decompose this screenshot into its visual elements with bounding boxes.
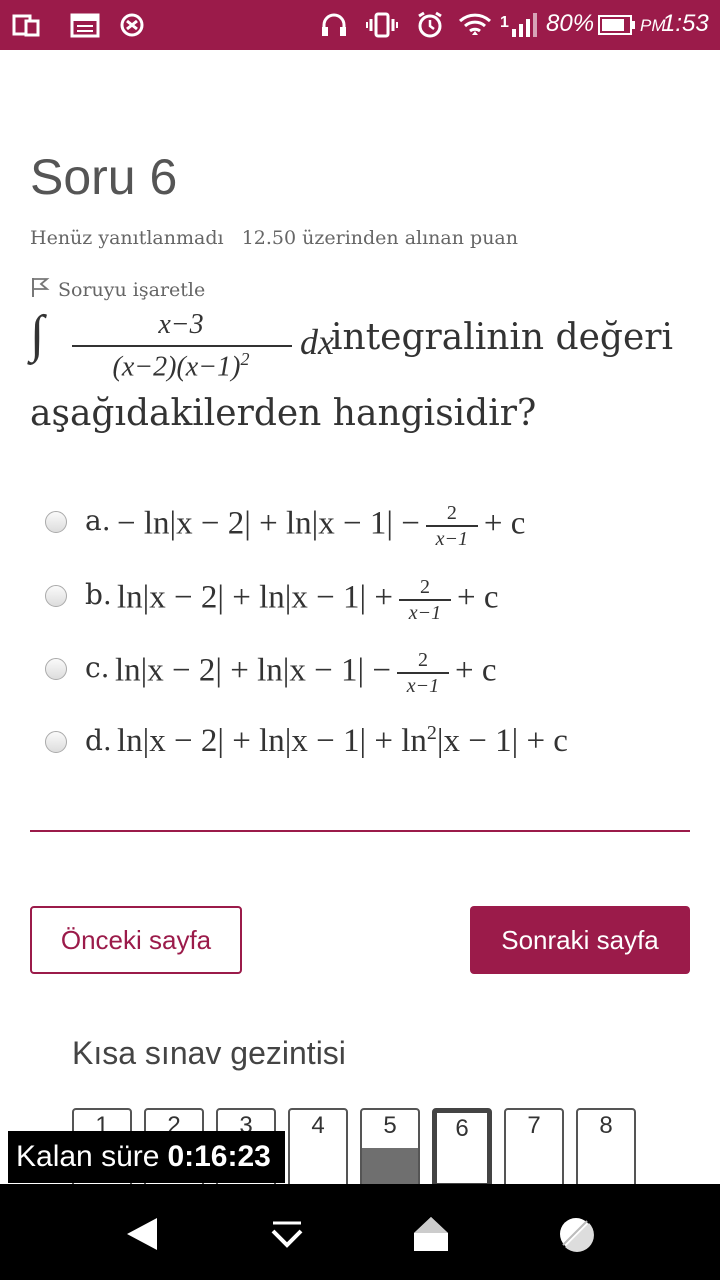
question-text-part1: integralinin değeri [331,317,673,358]
option-expression: ln|x − 2| + ln|x − 1| −2 x−1 + c [115,649,497,697]
alarm-icon [416,11,444,38]
next-page-button[interactable]: Sonraki sayfa [470,906,690,974]
option-expression: ln|x − 2| + ln|x − 1| +2 x−1 + c [117,576,499,624]
option-expression: ln|x − 2| + ln|x − 1| + ln2|x − 1| + c [117,722,568,759]
question-meta: Henüz yanıtlanmadı 12.50 üzerinden alına… [30,227,518,249]
dx: dx [300,322,334,362]
timer-value: 0:16:23 [167,1140,271,1173]
screen-mirror-icon [12,12,40,38]
previous-page-button[interactable]: Önceki sayfa [30,906,242,974]
quiz-nav-button-7[interactable]: 7 [504,1108,564,1188]
time-remaining: Kalan süre 0:16:23 [8,1131,285,1183]
option-letter: c. [85,651,110,684]
question-text-part2: aşağıdakilerden hangisidir? [30,393,537,434]
headphones-icon [320,12,348,38]
signal-icon [510,12,540,38]
radio-b[interactable] [45,585,67,607]
wifi-icon [458,12,492,38]
option-c[interactable]: c. ln|x − 2| + ln|x − 1| −2 x−1 + c [45,645,695,697]
recent-apps-icon[interactable] [556,1214,596,1254]
status-bar: 1 80% PM 1:53 [0,0,720,50]
integrand-denominator: (x−2)(x−1)2 [112,349,250,383]
flag-label: Soruyu işaretle [58,278,206,301]
calendar-icon [70,12,100,38]
radio-a[interactable] [45,511,67,533]
flag-question-link[interactable]: Soruyu işaretle [30,276,205,303]
question-points: 12.50 üzerinden alınan puan [241,227,518,249]
radio-c[interactable] [45,658,67,680]
option-b[interactable]: b. ln|x − 2| + ln|x − 1| +2 x−1 + c [45,572,695,624]
quiz-nav-button-4[interactable]: 4 [288,1108,348,1188]
option-d[interactable]: d. ln|x − 2| + ln|x − 1| + ln2|x − 1| + … [45,718,695,768]
integral-symbol: ∫ [30,306,45,363]
quiz-nav-button-8[interactable]: 8 [576,1108,636,1188]
option-a[interactable]: a. − ln|x − 2| + ln|x − 1| −2 x−1 + c [45,498,695,550]
option-letter: a. [85,504,111,537]
battery-percent: 80% [546,10,595,37]
radio-d[interactable] [45,731,67,753]
battery-icon [598,12,636,38]
signal-number: 1 [500,14,509,31]
sync-icon [118,12,146,38]
timer-label: Kalan süre [16,1140,160,1173]
clock: 1:53 [662,10,709,37]
quiz-nav-button-6[interactable]: 6 [432,1108,492,1188]
back-icon[interactable] [122,1214,162,1254]
option-expression: − ln|x − 2| + ln|x − 1| −2 x−1 + c [117,502,526,550]
option-letter: b. [85,578,112,611]
menu-down-icon[interactable] [267,1214,307,1254]
quiz-navigation-title: Kısa sınav gezintisi [72,1035,346,1071]
divider [30,830,690,832]
question-status: Henüz yanıtlanmadı [30,227,224,249]
home-icon[interactable] [411,1214,451,1254]
integrand-numerator: x−3 [158,309,204,340]
quiz-nav-button-5[interactable]: 5 [360,1108,420,1188]
option-letter: d. [85,724,112,757]
system-nav-bar [0,1184,720,1280]
vibrate-icon [366,12,398,38]
flag-icon [30,276,50,303]
page-title: Soru 6 [30,149,178,205]
